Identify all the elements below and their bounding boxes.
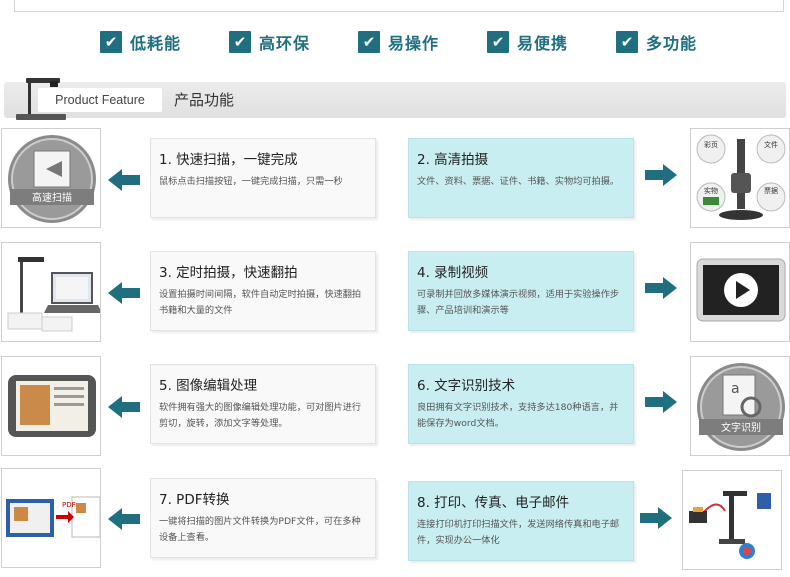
- fast-scan-label: 高速扫描: [32, 191, 72, 204]
- image-edit-thumb: [1, 356, 101, 456]
- section-title: 产品功能: [174, 91, 235, 109]
- arrow-left-icon: [108, 169, 140, 191]
- fast-scan-thumb: 高速扫描: [1, 128, 101, 228]
- feature-label: 易便携: [517, 34, 569, 53]
- header-english-label: Product Feature: [38, 88, 162, 112]
- check-icon: ✔: [229, 31, 251, 53]
- hd-capture-icon: 彩页 文件 实物 票据: [696, 134, 786, 220]
- feature-card-7: 7. PDF转换 一键将扫描的图片文件转换为PDF文件，可在多种设备上查看。: [150, 478, 376, 558]
- feature-label: 低耗能: [130, 34, 182, 53]
- arrow-right-icon: [645, 391, 677, 413]
- arrow-left-icon: [108, 508, 140, 530]
- feature-card-8: 8. 打印、传真、电子邮件 连接打印机打印扫描文件，发送网络传真和电子邮件，实现…: [408, 481, 634, 561]
- feature-label: 多功能: [646, 34, 698, 53]
- hd-label-file: 文件: [764, 140, 778, 149]
- feature-card-5: 5. 图像编辑处理 软件拥有强大的图像编辑处理功能，可对图片进行剪切，旋转，添加…: [150, 364, 376, 444]
- video-play-icon: [696, 258, 786, 322]
- card-title: 3. 定时拍摄，快速翻拍: [159, 265, 298, 281]
- ocr-thumb: a 文字识别: [690, 356, 790, 456]
- feature-card-3: 3. 定时拍摄，快速翻拍 设置拍摄时间间隔，软件自动定时拍摄，快速翻拍书籍和大量…: [150, 251, 376, 331]
- video-record-thumb: [690, 242, 790, 342]
- feature-highlights: ✔ 低耗能 ✔ 高环保 ✔ 易操作 ✔ 易便携 ✔ 多功能: [0, 28, 790, 56]
- feature-portable: ✔ 易便携: [487, 28, 568, 56]
- print-fax-email-thumb: [682, 470, 782, 570]
- arrow-left-icon: [108, 396, 140, 418]
- feature-multifunction: ✔ 多功能: [616, 28, 697, 56]
- feature-eco: ✔ 高环保: [229, 28, 310, 56]
- feature-low-energy: ✔ 低耗能: [100, 28, 181, 56]
- top-frame: [14, 0, 784, 12]
- print-fax-email-icon: [689, 491, 771, 559]
- hd-label-object: 实物: [704, 186, 718, 195]
- card-title: 1. 快速扫描，一键完成: [159, 152, 298, 168]
- card-title: 2. 高清拍摄: [417, 152, 489, 168]
- card-desc: 一键将扫描的图片文件转换为PDF文件，可在多种设备上查看。: [159, 516, 361, 543]
- feature-card-6: 6. 文字识别技术 良田拥有文字识别技术，支持多达180种语言，并能保存为wor…: [408, 364, 634, 444]
- card-desc: 文件、资料、票据、证件、书籍、实物均可拍摄。: [417, 176, 620, 187]
- hd-capture-thumb: 彩页 文件 实物 票据: [690, 128, 790, 228]
- pdf-label: PDF: [62, 501, 76, 509]
- arrow-right-icon: [640, 507, 672, 529]
- feature-label: 易操作: [388, 34, 440, 53]
- feature-card-1: 1. 快速扫描，一键完成 鼠标点击扫描按钮，一键完成扫描，只需一秒: [150, 138, 376, 218]
- feature-label: 高环保: [259, 34, 311, 53]
- card-title: 7. PDF转换: [159, 492, 230, 508]
- ocr-label: 文字识别: [721, 421, 761, 434]
- arrow-right-icon: [645, 164, 677, 186]
- check-icon: ✔: [616, 31, 638, 53]
- card-desc: 良田拥有文字识别技术，支持多达180种语言，并能保存为word文档。: [417, 402, 619, 429]
- check-icon: ✔: [487, 31, 509, 53]
- card-title: 4. 录制视频: [417, 265, 489, 281]
- check-icon: ✔: [358, 31, 380, 53]
- arrow-left-icon: [108, 282, 140, 304]
- timed-capture-thumb: [1, 242, 101, 342]
- card-desc: 软件拥有强大的图像编辑处理功能，可对图片进行剪切，旋转，添加文字等处理。: [159, 402, 362, 429]
- hd-label-photo: 彩页: [704, 140, 718, 149]
- card-desc: 可录制并回放多媒体演示视频，适用于实验操作步骤、产品培训和演示等: [417, 289, 620, 316]
- image-edit-icon: [8, 375, 96, 437]
- card-title: 5. 图像编辑处理: [159, 378, 258, 394]
- check-icon: ✔: [100, 31, 122, 53]
- feature-easy-operation: ✔ 易操作: [358, 28, 439, 56]
- ocr-letter: a: [731, 381, 740, 397]
- pdf-convert-icon: PDF: [6, 496, 100, 538]
- feature-card-2: 2. 高清拍摄 文件、资料、票据、证件、书籍、实物均可拍摄。: [408, 138, 634, 218]
- pdf-convert-thumb: PDF: [1, 468, 101, 568]
- ocr-icon: a 文字识别: [697, 363, 785, 451]
- card-desc: 鼠标点击扫描按钮，一键完成扫描，只需一秒: [159, 176, 343, 187]
- fast-scan-icon: 高速扫描: [8, 135, 96, 223]
- card-desc: 设置拍摄时间间隔，软件自动定时拍摄，快速翻拍书籍和大量的文件: [159, 289, 362, 316]
- card-title: 8. 打印、传真、电子邮件: [417, 495, 570, 511]
- hd-label-ticket: 票据: [764, 186, 778, 195]
- card-title: 6. 文字识别技术: [417, 378, 516, 394]
- feature-card-4: 4. 录制视频 可录制并回放多媒体演示视频，适用于实验操作步骤、产品培训和演示等: [408, 251, 634, 331]
- arrow-right-icon: [645, 277, 677, 299]
- card-desc: 连接打印机打印扫描文件，发送网络传真和电子邮件，实现办公一体化: [417, 519, 620, 546]
- timed-capture-icon: [7, 257, 100, 332]
